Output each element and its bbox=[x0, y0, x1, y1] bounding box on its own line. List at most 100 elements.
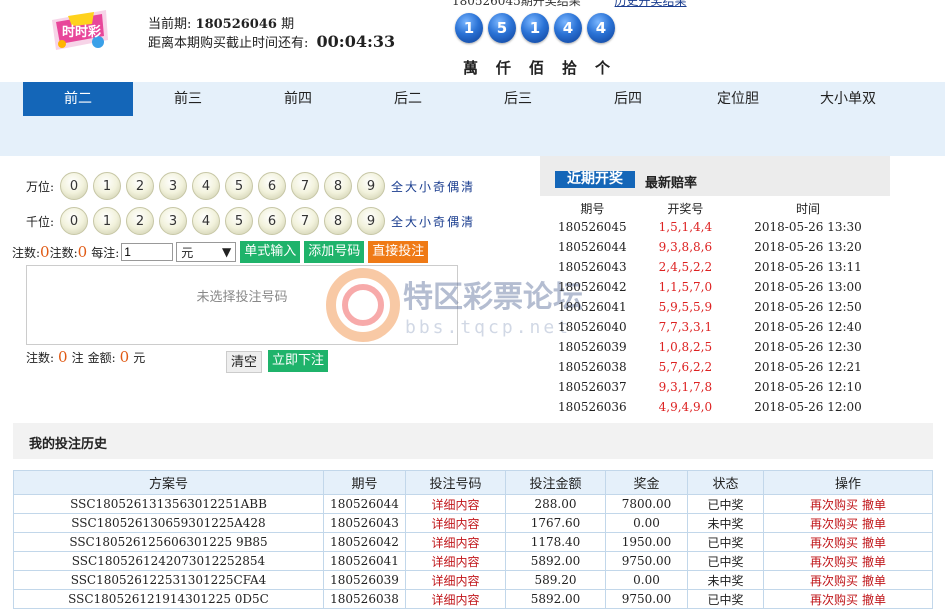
draw-numbers: 1,1,5,7,0 bbox=[658, 280, 713, 294]
tab-qian-si[interactable]: 前四 bbox=[243, 82, 353, 116]
cancel-link[interactable]: 撤单 bbox=[862, 498, 886, 512]
quick-even[interactable]: 偶 bbox=[447, 213, 459, 230]
quick-odd[interactable]: 奇 bbox=[433, 178, 445, 195]
history-row: SSC180526125606301225 9B85 180526042 详细内容 1… bbox=[13, 532, 933, 552]
cancel-link[interactable]: 撤单 bbox=[862, 555, 886, 569]
cancel-link[interactable]: 撤单 bbox=[862, 536, 886, 550]
svg-text:时时彩: 时时彩 bbox=[62, 24, 101, 40]
number-ball[interactable]: 3 bbox=[159, 172, 187, 200]
cancel-link[interactable]: 撤单 bbox=[862, 593, 886, 607]
number-ball[interactable]: 3 bbox=[159, 207, 187, 235]
tab-recent-draws[interactable]: 近期开奖 bbox=[555, 171, 635, 188]
number-ball[interactable]: 6 bbox=[258, 172, 286, 200]
number-ball[interactable]: 4 bbox=[192, 207, 220, 235]
quick-even[interactable]: 偶 bbox=[447, 178, 459, 195]
history-actions: 再次购买 撤单 bbox=[763, 532, 933, 552]
rebuy-link[interactable]: 再次购买 bbox=[810, 536, 858, 550]
prize-amount: 9750.00 bbox=[605, 551, 688, 571]
draw-numbers: 9,3,8,8,6 bbox=[658, 240, 713, 254]
prize-amount: 0.00 bbox=[605, 513, 688, 533]
number-ball[interactable]: 2 bbox=[126, 172, 154, 200]
detail-link[interactable]: 详细内容 bbox=[405, 532, 506, 552]
number-ball[interactable]: 7 bbox=[291, 172, 319, 200]
draw-row: 180526039 1,0,8,2,5 2018-05-26 12:30 bbox=[540, 337, 890, 357]
prize-amount: 0.00 bbox=[605, 570, 688, 590]
tab-ding-wei-dan[interactable]: 定位胆 bbox=[683, 82, 793, 116]
number-ball[interactable]: 9 bbox=[357, 172, 385, 200]
tab-hou-san[interactable]: 后三 bbox=[463, 82, 573, 116]
number-ball[interactable]: 0 bbox=[60, 172, 88, 200]
result-balls: 1 5 1 4 4 bbox=[455, 13, 615, 43]
bet-list-box[interactable]: 未选择投注号码 bbox=[26, 265, 458, 345]
column-header: 方案号 bbox=[13, 470, 324, 495]
direct-bet-button[interactable]: 直接投注 bbox=[368, 241, 429, 263]
unit-select[interactable]: 元 ▼ bbox=[176, 242, 237, 262]
sum-count-value: 0 bbox=[58, 348, 68, 366]
tab-hou-er[interactable]: 后二 bbox=[353, 82, 463, 116]
quick-clear[interactable]: 清 bbox=[461, 213, 473, 230]
countdown-value: 00:04:33 bbox=[316, 32, 396, 51]
dropdown-arrow-icon: ▼ bbox=[222, 245, 232, 259]
add-number-button[interactable]: 添加号码 bbox=[304, 241, 365, 263]
count-value: 0 bbox=[40, 243, 50, 261]
bet-history-header: 我的投注历史 bbox=[13, 423, 933, 459]
quick-all[interactable]: 全 bbox=[391, 178, 403, 195]
draw-time: 2018-05-26 12:40 bbox=[754, 320, 862, 334]
detail-link[interactable]: 详细内容 bbox=[405, 589, 506, 609]
rebuy-link[interactable]: 再次购买 bbox=[810, 498, 858, 512]
rebuy-link[interactable]: 再次购买 bbox=[810, 517, 858, 531]
number-ball[interactable]: 4 bbox=[192, 172, 220, 200]
number-ball[interactable]: 7 bbox=[291, 207, 319, 235]
rebuy-link[interactable]: 再次购买 bbox=[810, 574, 858, 588]
multiple-input[interactable] bbox=[121, 243, 174, 261]
quick-small[interactable]: 小 bbox=[419, 213, 431, 230]
bet-status: 已中奖 bbox=[687, 589, 764, 609]
period-suffix: 期 bbox=[281, 17, 295, 32]
quick-clear[interactable]: 清 bbox=[461, 178, 473, 195]
quick-small[interactable]: 小 bbox=[419, 178, 431, 195]
tab-qian-san[interactable]: 前三 bbox=[133, 82, 243, 116]
quick-big[interactable]: 大 bbox=[405, 213, 417, 230]
tab-da-xiao-dan-shuang[interactable]: 大小单双 bbox=[793, 82, 903, 116]
rebuy-link[interactable]: 再次购买 bbox=[810, 555, 858, 569]
clear-button[interactable]: 清空 bbox=[226, 351, 263, 373]
number-ball[interactable]: 1 bbox=[93, 207, 121, 235]
tab-hou-si[interactable]: 后四 bbox=[573, 82, 683, 116]
number-ball[interactable]: 8 bbox=[324, 172, 352, 200]
draw-row: 180526045 1,5,1,4,4 2018-05-26 13:30 bbox=[540, 217, 890, 237]
rebuy-link[interactable]: 再次购买 bbox=[810, 593, 858, 607]
detail-link[interactable]: 详细内容 bbox=[405, 513, 506, 533]
number-ball[interactable]: 1 bbox=[93, 172, 121, 200]
result-ball: 4 bbox=[554, 13, 582, 43]
submit-bet-button[interactable]: 立即下注 bbox=[268, 350, 329, 372]
cancel-link[interactable]: 撤单 bbox=[862, 517, 886, 531]
draw-numbers: 9,3,1,7,8 bbox=[658, 380, 713, 394]
tab-qian-er[interactable]: 前二 bbox=[23, 82, 133, 116]
draw-period: 180526038 bbox=[557, 360, 627, 374]
draw-time: 2018-05-26 13:20 bbox=[754, 240, 862, 254]
number-ball[interactable]: 2 bbox=[126, 207, 154, 235]
quick-odd[interactable]: 奇 bbox=[433, 213, 445, 230]
pick-row-label: 万位: bbox=[26, 179, 55, 194]
bet-history-table: 方案号 期号 投注号码 投注金额 奖金 状态 操作 SSC18052613135… bbox=[13, 470, 933, 609]
number-ball[interactable]: 5 bbox=[225, 207, 253, 235]
tab-latest-odds[interactable]: 最新赔率 bbox=[645, 172, 697, 191]
single-input-button[interactable]: 单式输入 bbox=[240, 241, 301, 263]
quick-big[interactable]: 大 bbox=[405, 178, 417, 195]
number-ball[interactable]: 5 bbox=[225, 172, 253, 200]
scheme-id: SSC180526130659301225A428 bbox=[13, 513, 324, 533]
detail-link[interactable]: 详细内容 bbox=[405, 570, 506, 590]
number-ball[interactable]: 8 bbox=[324, 207, 352, 235]
bet-amount: 589.20 bbox=[505, 570, 606, 590]
bet-status: 未中奖 bbox=[687, 513, 764, 533]
number-ball[interactable]: 9 bbox=[357, 207, 385, 235]
detail-link[interactable]: 详细内容 bbox=[405, 551, 506, 571]
cancel-link[interactable]: 撤单 bbox=[862, 574, 886, 588]
number-ball[interactable]: 0 bbox=[60, 207, 88, 235]
quick-all[interactable]: 全 bbox=[391, 213, 403, 230]
result-ball: 4 bbox=[587, 13, 615, 43]
detail-link[interactable]: 详细内容 bbox=[405, 494, 506, 514]
scheme-id: SSC180526122531301225CFA4 bbox=[13, 570, 324, 590]
history-results-link[interactable]: 历史开奖结果 bbox=[615, 0, 687, 8]
number-ball[interactable]: 6 bbox=[258, 207, 286, 235]
